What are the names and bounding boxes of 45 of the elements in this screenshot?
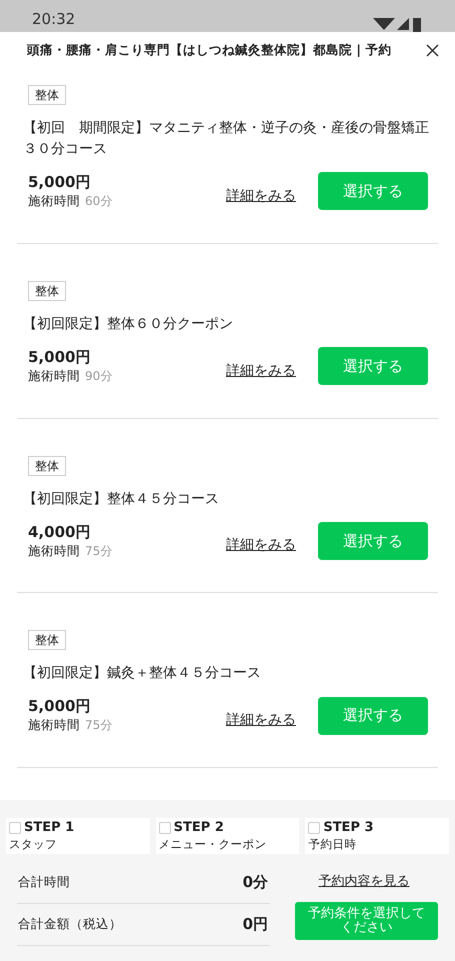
duration-label: 施術時間	[28, 192, 80, 210]
step-label: STEP 2	[174, 819, 224, 836]
duration-label: 施術時間	[28, 716, 80, 734]
price: 5,000円	[28, 346, 92, 367]
step-label: STEP 3	[323, 819, 374, 836]
signal-icon	[373, 18, 423, 32]
total-label: 合計時間	[18, 873, 70, 892]
duration-value: 75分	[85, 717, 112, 734]
close-icon[interactable]	[426, 44, 439, 56]
total-label: 合計金額（税込）	[18, 915, 122, 934]
price: 5,000円	[28, 696, 92, 716]
menu-title: 【初回 期間限定】マタニティ整体・逆子の灸・産後の骨盤矯正３０分コース	[23, 119, 430, 159]
step-name: スタッフ	[9, 836, 58, 853]
step-checkbox[interactable]	[9, 822, 21, 834]
duration-value: 90分	[85, 368, 112, 385]
step-card[interactable]: STEP 1 スタッフ	[6, 818, 150, 854]
category-tag: 整体	[28, 85, 66, 105]
step-name: 予約日時	[308, 836, 358, 853]
details-link[interactable]: 詳細をみる	[226, 360, 296, 382]
price: 5,000円	[28, 172, 92, 192]
step-card[interactable]: STEP 3 予約日時	[305, 818, 449, 854]
duration-label: 施術時間	[28, 366, 80, 385]
step-checkbox[interactable]	[158, 822, 171, 834]
category-tag: 整体	[28, 456, 66, 476]
view-reservation-link[interactable]: 予約内容を見る	[318, 872, 410, 892]
status-time: 20:32	[32, 10, 76, 28]
total-value: 0円	[242, 914, 268, 936]
step-checkbox[interactable]	[308, 822, 320, 834]
details-link[interactable]: 詳細をみる	[226, 186, 296, 207]
menu-title: 【初回限定】整体４５分コース	[23, 490, 220, 508]
duration-value: 60分	[85, 193, 112, 210]
step-label: STEP 1	[24, 819, 74, 836]
step-card[interactable]: STEP 2 メニュー・クーポン	[156, 818, 300, 854]
details-link[interactable]: 詳細をみる	[226, 535, 296, 556]
category-tag: 整体	[28, 280, 66, 301]
page-title: 頭痛・腰痛・肩こり専門【はしつね鍼灸整体院】都島院 | 予約	[27, 40, 392, 59]
details-link[interactable]: 詳細をみる	[226, 710, 296, 732]
total-value: 0分	[242, 872, 268, 894]
category-tag: 整体	[28, 630, 66, 650]
step-name: メニュー・クーポン	[158, 836, 268, 853]
menu-title: 【初回限定】鍼灸＋整体４５分コース	[23, 664, 262, 684]
price: 4,000円	[28, 522, 92, 542]
duration-label: 施術時間	[28, 542, 80, 560]
menu-title: 【初回限定】整体６０分クーポン	[23, 314, 234, 334]
duration-value: 75分	[85, 542, 112, 560]
